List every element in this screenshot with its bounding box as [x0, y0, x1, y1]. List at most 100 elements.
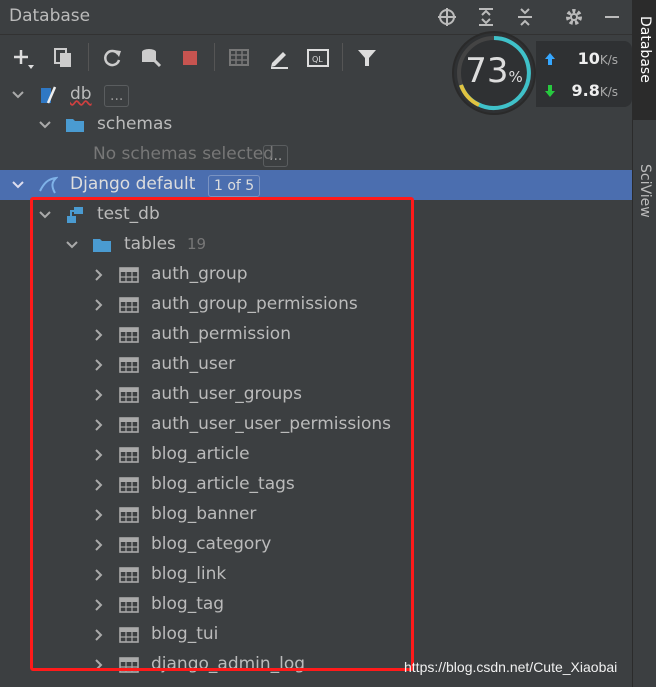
table-name: blog_category [151, 534, 272, 554]
table-row[interactable]: blog_link [0, 560, 632, 590]
table-row[interactable]: auth_user [0, 350, 632, 380]
database-properties-icon[interactable] [138, 45, 164, 71]
refresh-icon[interactable] [99, 45, 125, 71]
schemas-hint-row: No schemas selected ... [0, 140, 632, 170]
watermark: https://blog.csdn.net/Cute_Xiaobai [404, 659, 618, 675]
table-name: auth_user [151, 354, 236, 374]
upload-arrow-icon [545, 53, 555, 65]
table-icon [119, 327, 139, 343]
table-name: auth_user_user_permissions [151, 414, 391, 434]
chevron-right-icon[interactable] [92, 568, 106, 582]
stop-icon[interactable] [177, 45, 203, 71]
tree-node-label: test_db [97, 204, 160, 224]
crosshair-icon[interactable] [435, 5, 459, 29]
table-icon [119, 447, 139, 463]
table-name: blog_tag [151, 594, 225, 614]
table-name: blog_banner [151, 504, 257, 524]
table-icon [119, 477, 139, 493]
chevron-right-icon[interactable] [92, 658, 106, 672]
tree-node-db[interactable]: db ... [0, 80, 632, 110]
side-tab-label: Database [637, 16, 653, 83]
side-tab-database[interactable]: Database [633, 0, 656, 120]
table-row[interactable]: auth_group [0, 260, 632, 290]
table-icon [119, 507, 139, 523]
edit-icon[interactable] [266, 45, 292, 71]
chevron-down-icon[interactable] [11, 88, 25, 102]
table-row[interactable]: auth_permission [0, 320, 632, 350]
upload-rate: 10K/s [536, 47, 632, 77]
table-name: blog_link [151, 564, 227, 584]
table-row[interactable]: blog_tui [0, 620, 632, 650]
chevron-down-icon[interactable] [65, 238, 79, 252]
tree-node-tables[interactable]: tables 19 [0, 230, 632, 260]
tool-window-title: Database [9, 6, 91, 26]
tables-count: 19 [187, 235, 207, 253]
toolbar-separator [88, 43, 89, 71]
table-icon [119, 417, 139, 433]
table-icon [119, 267, 139, 283]
chevron-right-icon[interactable] [92, 298, 106, 312]
folder-icon [93, 239, 111, 252]
tree-node-label: Django default [70, 174, 196, 194]
expand-all-icon[interactable] [474, 5, 498, 29]
schema-icon [67, 207, 83, 223]
query-console-icon[interactable]: QL [305, 45, 331, 71]
tree-node-label: db [70, 84, 92, 104]
table-icon [119, 657, 139, 673]
table-row[interactable]: blog_banner [0, 500, 632, 530]
table-row[interactable]: blog_tag [0, 590, 632, 620]
tree-node-django-default[interactable]: Django default 1 of 5 [0, 170, 632, 200]
mysql-icon [39, 176, 58, 194]
table-icon [119, 627, 139, 643]
schemas-hint: No schemas selected [93, 144, 274, 164]
chevron-right-icon[interactable] [92, 358, 106, 372]
ellipsis-button[interactable]: ... [104, 85, 130, 107]
table-icon [119, 297, 139, 313]
side-tab-sciview[interactable]: SciView [633, 130, 656, 230]
chevron-right-icon[interactable] [92, 508, 106, 522]
side-tab-label: SciView [637, 164, 653, 218]
table-icon [119, 567, 139, 583]
copy-icon[interactable] [50, 45, 76, 71]
table-name: blog_article_tags [151, 474, 295, 494]
add-icon[interactable] [10, 45, 36, 71]
table-view-icon[interactable] [226, 45, 252, 71]
table-row[interactable]: auth_user_user_permissions [0, 410, 632, 440]
table-row[interactable]: auth_user_groups [0, 380, 632, 410]
tree-node-label: schemas [97, 114, 173, 134]
chevron-down-icon[interactable] [11, 178, 25, 192]
chevron-right-icon[interactable] [92, 388, 106, 402]
chevron-right-icon[interactable] [92, 268, 106, 282]
filter-icon[interactable] [354, 45, 380, 71]
minimize-icon[interactable] [600, 5, 624, 29]
chevron-right-icon[interactable] [92, 328, 106, 342]
table-icon [119, 357, 139, 373]
toolbar-separator [214, 43, 215, 71]
table-name: auth_permission [151, 324, 291, 344]
tree-node-test-db[interactable]: test_db [0, 200, 632, 230]
chevron-right-icon[interactable] [92, 418, 106, 432]
table-name: auth_user_groups [151, 384, 302, 404]
table-row[interactable]: blog_article [0, 440, 632, 470]
chevron-right-icon[interactable] [92, 628, 106, 642]
chevron-right-icon[interactable] [92, 478, 106, 492]
chevron-down-icon[interactable] [38, 118, 52, 132]
tree-node-schemas[interactable]: schemas [0, 110, 632, 140]
table-row[interactable]: blog_article_tags [0, 470, 632, 500]
chevron-right-icon[interactable] [92, 538, 106, 552]
table-name: blog_tui [151, 624, 219, 644]
table-icon [119, 387, 139, 403]
gear-icon[interactable] [562, 5, 586, 29]
toolbar-separator [342, 43, 343, 71]
node-count-badge: 1 of 5 [208, 175, 261, 197]
table-name: auth_group_permissions [151, 294, 358, 314]
ellipsis-button[interactable]: ... [263, 145, 289, 167]
table-row[interactable]: blog_category [0, 530, 632, 560]
chevron-right-icon[interactable] [92, 448, 106, 462]
table-row[interactable]: auth_group_permissions [0, 290, 632, 320]
side-tool-strip: Database SciView [632, 0, 656, 687]
svg-text:QL: QL [312, 55, 323, 64]
collapse-all-icon[interactable] [513, 5, 537, 29]
chevron-right-icon[interactable] [92, 598, 106, 612]
chevron-down-icon[interactable] [38, 208, 52, 222]
